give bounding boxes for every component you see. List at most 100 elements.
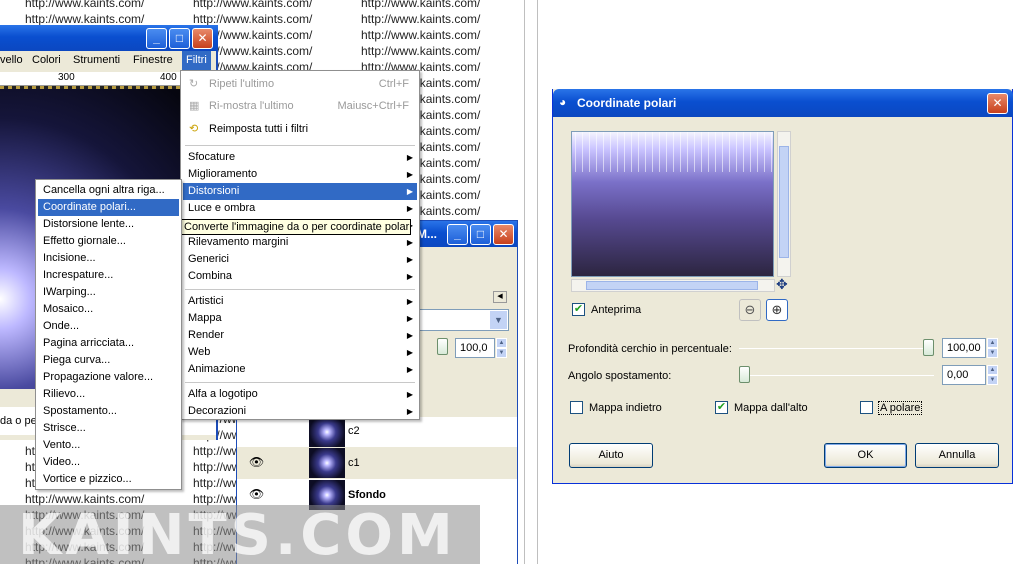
submenu-item[interactable]: Onde... (38, 318, 179, 335)
submenu-item[interactable]: Incisione... (38, 250, 179, 267)
map-from-top-checkbox[interactable]: ✔ (715, 401, 728, 414)
menu-item-label: Reimposta tutti i filtri (209, 123, 309, 135)
maximize-button[interactable]: □ (169, 28, 190, 49)
zoom-out-icon[interactable]: ⊖ (739, 299, 761, 321)
submenu-item[interactable]: Increspature... (38, 267, 179, 284)
menu-colors-partial[interactable]: vello (0, 51, 23, 70)
close-button[interactable]: ✕ (192, 28, 213, 49)
eye-icon[interactable]: 👁 (249, 455, 264, 469)
preview-checkbox[interactable]: ✔ (572, 303, 585, 316)
angle-slider-handle[interactable] (739, 366, 750, 383)
zoom-in-icon[interactable]: ⊕ (766, 299, 788, 321)
watermark-text: KAINTS.COM (18, 505, 457, 564)
submenu-item[interactable]: Video... (38, 454, 179, 471)
menu-item-label: Sfocature (188, 151, 236, 163)
minimize-button[interactable]: _ (146, 28, 167, 49)
gimp-titlebar: _ □ ✕ (0, 25, 218, 51)
to-polar-checkbox[interactable] (860, 401, 873, 414)
menu-item-luce-e-ombra[interactable]: Luce e ombra ▶ (183, 200, 417, 217)
angle-input[interactable]: 0,00 (942, 365, 986, 385)
submenu-item[interactable]: Rilievo... (38, 386, 179, 403)
chevron-down-icon: ▼ (490, 311, 507, 329)
scrollbar-thumb[interactable] (779, 146, 789, 258)
depth-slider-handle[interactable] (923, 339, 934, 356)
desktop: http://www.kaints.com/http://www.kaints.… (0, 0, 1019, 564)
move-navigate-icon[interactable]: ✥ (776, 276, 788, 293)
submenu-item[interactable]: Pagina arricciata... (38, 335, 179, 352)
menu-colors[interactable]: Colori (32, 51, 61, 70)
layer-row[interactable]: 👁 c1 (237, 447, 517, 479)
menu-item-distorsioni[interactable]: Distorsioni ▶ (183, 183, 417, 200)
preview-hscrollbar[interactable] (571, 279, 775, 292)
layer-name[interactable]: c2 (348, 425, 360, 437)
layer-name[interactable]: c1 (348, 457, 360, 469)
dialog-titlebar: ◕ Coordinate polari ✕ (553, 89, 1013, 117)
menu-item-generici[interactable]: Generici ▶ (183, 251, 417, 268)
layer-name[interactable]: Sfondo (348, 489, 386, 501)
gimp-menubar: vello Colori Strumenti Finestre Filtri (0, 51, 216, 70)
menu-item-render[interactable]: Render ▶ (183, 327, 417, 344)
submenu-item[interactable]: Strisce... (38, 420, 179, 437)
map-backwards-checkbox[interactable] (570, 401, 583, 414)
menu-item-repeat-last[interactable]: ↻ Ripeti l'ultimo Ctrl+F (183, 76, 417, 93)
menu-item-label: Artistici (188, 295, 224, 307)
ruler-mark: 400 (160, 72, 177, 83)
cancel-button[interactable]: Annulla (915, 443, 999, 468)
submenu-item[interactable]: Spostamento... (38, 403, 179, 420)
background-url: http://www.kaints.com/ (361, 12, 481, 26)
panel-menu-arrow-icon[interactable]: ◀ (493, 291, 507, 303)
menu-tools[interactable]: Strumenti (73, 51, 120, 70)
preview-area[interactable] (571, 131, 774, 277)
menu-item-rilevamento-margini[interactable]: Rilevamento margini ▶ (183, 234, 417, 251)
submenu-item[interactable]: Effetto giornale... (38, 233, 179, 250)
submenu-item[interactable]: Vortice e pizzico... (38, 471, 179, 488)
opacity-spinner[interactable]: ▲ ▼ (496, 338, 507, 358)
close-button[interactable]: ✕ (493, 224, 514, 245)
angle-spinner[interactable]: ▲ ▼ (987, 365, 998, 385)
depth-slider-track[interactable] (739, 348, 934, 349)
submenu-item[interactable]: Piega curva... (38, 352, 179, 369)
menu-item-miglioramento[interactable]: Miglioramento ▶ (183, 166, 417, 183)
maximize-button[interactable]: □ (470, 224, 491, 245)
submenu-item[interactable]: Vento... (38, 437, 179, 454)
help-button[interactable]: Aiuto (569, 443, 653, 468)
menu-item-label: Luce e ombra (188, 202, 256, 214)
ok-button[interactable]: OK (824, 443, 907, 468)
menu-item-decorazioni[interactable]: Decorazioni ▶ (183, 403, 417, 420)
menu-item-reshow-last[interactable]: ▦ Ri-mostra l'ultimo Maiusc+Ctrl+F (183, 98, 417, 115)
menu-windows[interactable]: Finestre (133, 51, 173, 70)
menu-item-web[interactable]: Web ▶ (183, 344, 417, 361)
menu-item-reset-all[interactable]: ⟲ Reimposta tutti i filtri (183, 121, 417, 138)
menu-item-animazione[interactable]: Animazione ▶ (183, 361, 417, 378)
menu-item-alfa-a-logotipo[interactable]: Alfa a logotipo ▶ (183, 386, 417, 403)
filters-menu: ↻ Ripeti l'ultimo Ctrl+F ▦ Ri-mostra l'u… (180, 70, 420, 420)
depth-spinner[interactable]: ▲ ▼ (987, 338, 998, 358)
background-url: http://www.kaints.com/ (25, 0, 145, 10)
submenu-item[interactable]: Cancella ogni altra riga... (38, 182, 179, 199)
preview-vscrollbar[interactable] (777, 131, 791, 277)
opacity-input[interactable]: 100,0 (455, 338, 495, 358)
menu-item-sfocature[interactable]: Sfocature ▶ (183, 149, 417, 166)
menu-item-mappa[interactable]: Mappa ▶ (183, 310, 417, 327)
submenu-item[interactable]: Propagazione valore... (38, 369, 179, 386)
shortcut-label: Maiusc+Ctrl+F (337, 100, 409, 112)
opacity-slider-handle[interactable] (437, 338, 448, 355)
layer-thumbnail (309, 417, 345, 447)
submenu-item[interactable]: Distorsione lente... (38, 216, 179, 233)
menu-filters[interactable]: Filtri (182, 51, 211, 70)
menu-item-artistici[interactable]: Artistici ▶ (183, 293, 417, 310)
scrollbar-thumb[interactable] (586, 281, 758, 290)
angle-label: Angolo spostamento: (568, 370, 672, 382)
angle-slider-track[interactable] (739, 375, 934, 376)
eye-icon[interactable]: 👁 (249, 487, 264, 501)
close-button[interactable]: ✕ (987, 93, 1008, 114)
layer-row[interactable]: c2 (237, 417, 517, 449)
menu-item-combina[interactable]: Combina ▶ (183, 268, 417, 285)
minimize-button[interactable]: _ (447, 224, 468, 245)
submenu-item[interactable]: IWarping... (38, 284, 179, 301)
submenu-item[interactable]: Coordinate polari... (38, 199, 179, 216)
mode-dropdown[interactable]: ▼ (417, 309, 509, 331)
depth-input[interactable]: 100,00 (942, 338, 986, 358)
chevron-right-icon: ▶ (406, 314, 413, 323)
submenu-item[interactable]: Mosaico... (38, 301, 179, 318)
